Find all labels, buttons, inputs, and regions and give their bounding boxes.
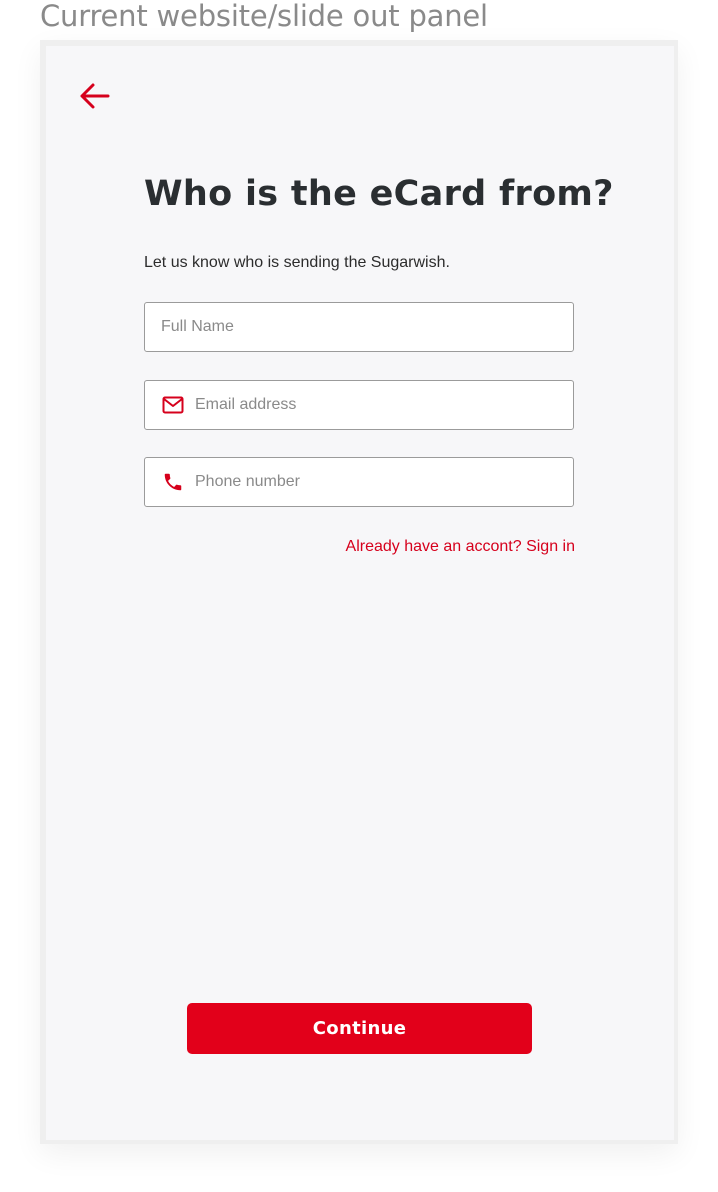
- slide-out-panel: Who is the eCard from? Let us know who i…: [46, 46, 674, 1140]
- full-name-field[interactable]: [144, 302, 574, 352]
- page-title: Who is the eCard from?: [144, 174, 614, 214]
- phone-icon: [161, 470, 185, 494]
- back-button[interactable]: [76, 80, 112, 112]
- email-field[interactable]: [144, 380, 574, 430]
- mail-icon: [161, 393, 185, 417]
- sign-in-link[interactable]: Already have an accont? Sign in: [346, 536, 575, 558]
- phone-input[interactable]: [195, 458, 573, 506]
- full-name-input[interactable]: [161, 303, 573, 351]
- continue-button[interactable]: Continue: [187, 1003, 532, 1054]
- arrow-left-icon: [80, 83, 110, 109]
- phone-field[interactable]: [144, 457, 574, 507]
- email-input[interactable]: [195, 381, 573, 429]
- page-subtitle: Let us know who is sending the Sugarwish…: [144, 254, 450, 271]
- slide-out-panel-frame: Who is the eCard from? Let us know who i…: [40, 40, 678, 1144]
- page-caption: Current website/slide out panel: [40, 0, 488, 33]
